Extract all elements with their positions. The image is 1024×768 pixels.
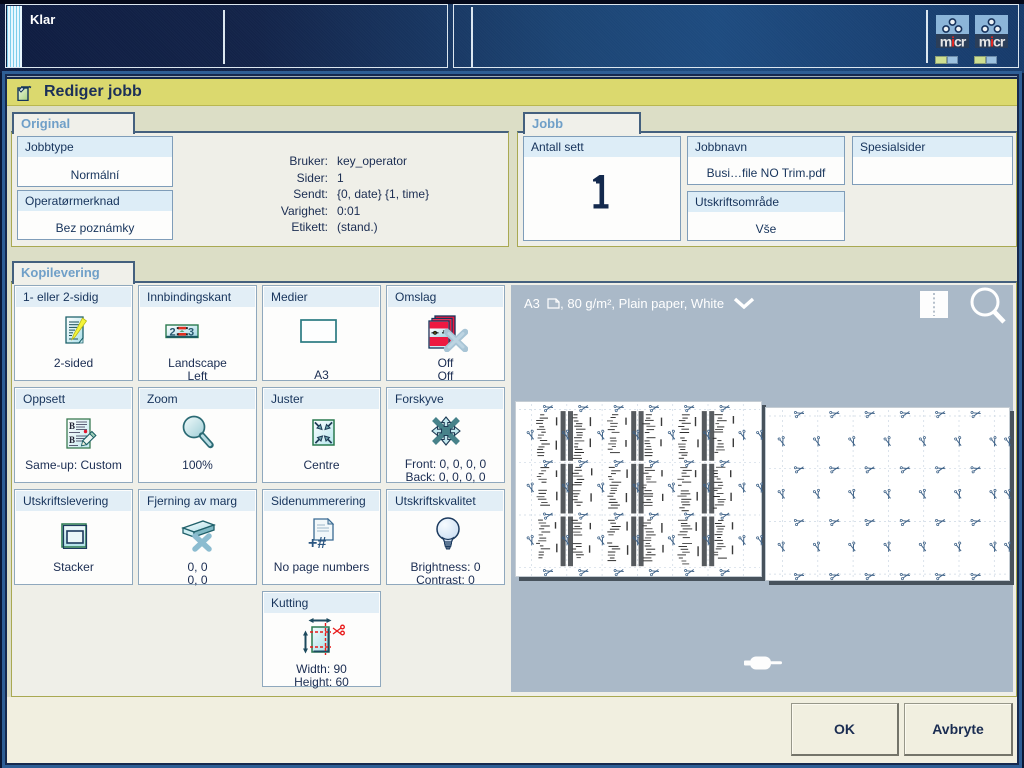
svg-text:B: B — [69, 421, 75, 431]
svg-text:micr: micr — [940, 34, 967, 49]
svg-text:B: B — [69, 435, 75, 445]
svg-text:micr: micr — [979, 34, 1006, 49]
svg-text:3: 3 — [188, 327, 194, 339]
svg-text:2: 2 — [170, 327, 176, 339]
svg-text:+#: +# — [308, 535, 326, 550]
